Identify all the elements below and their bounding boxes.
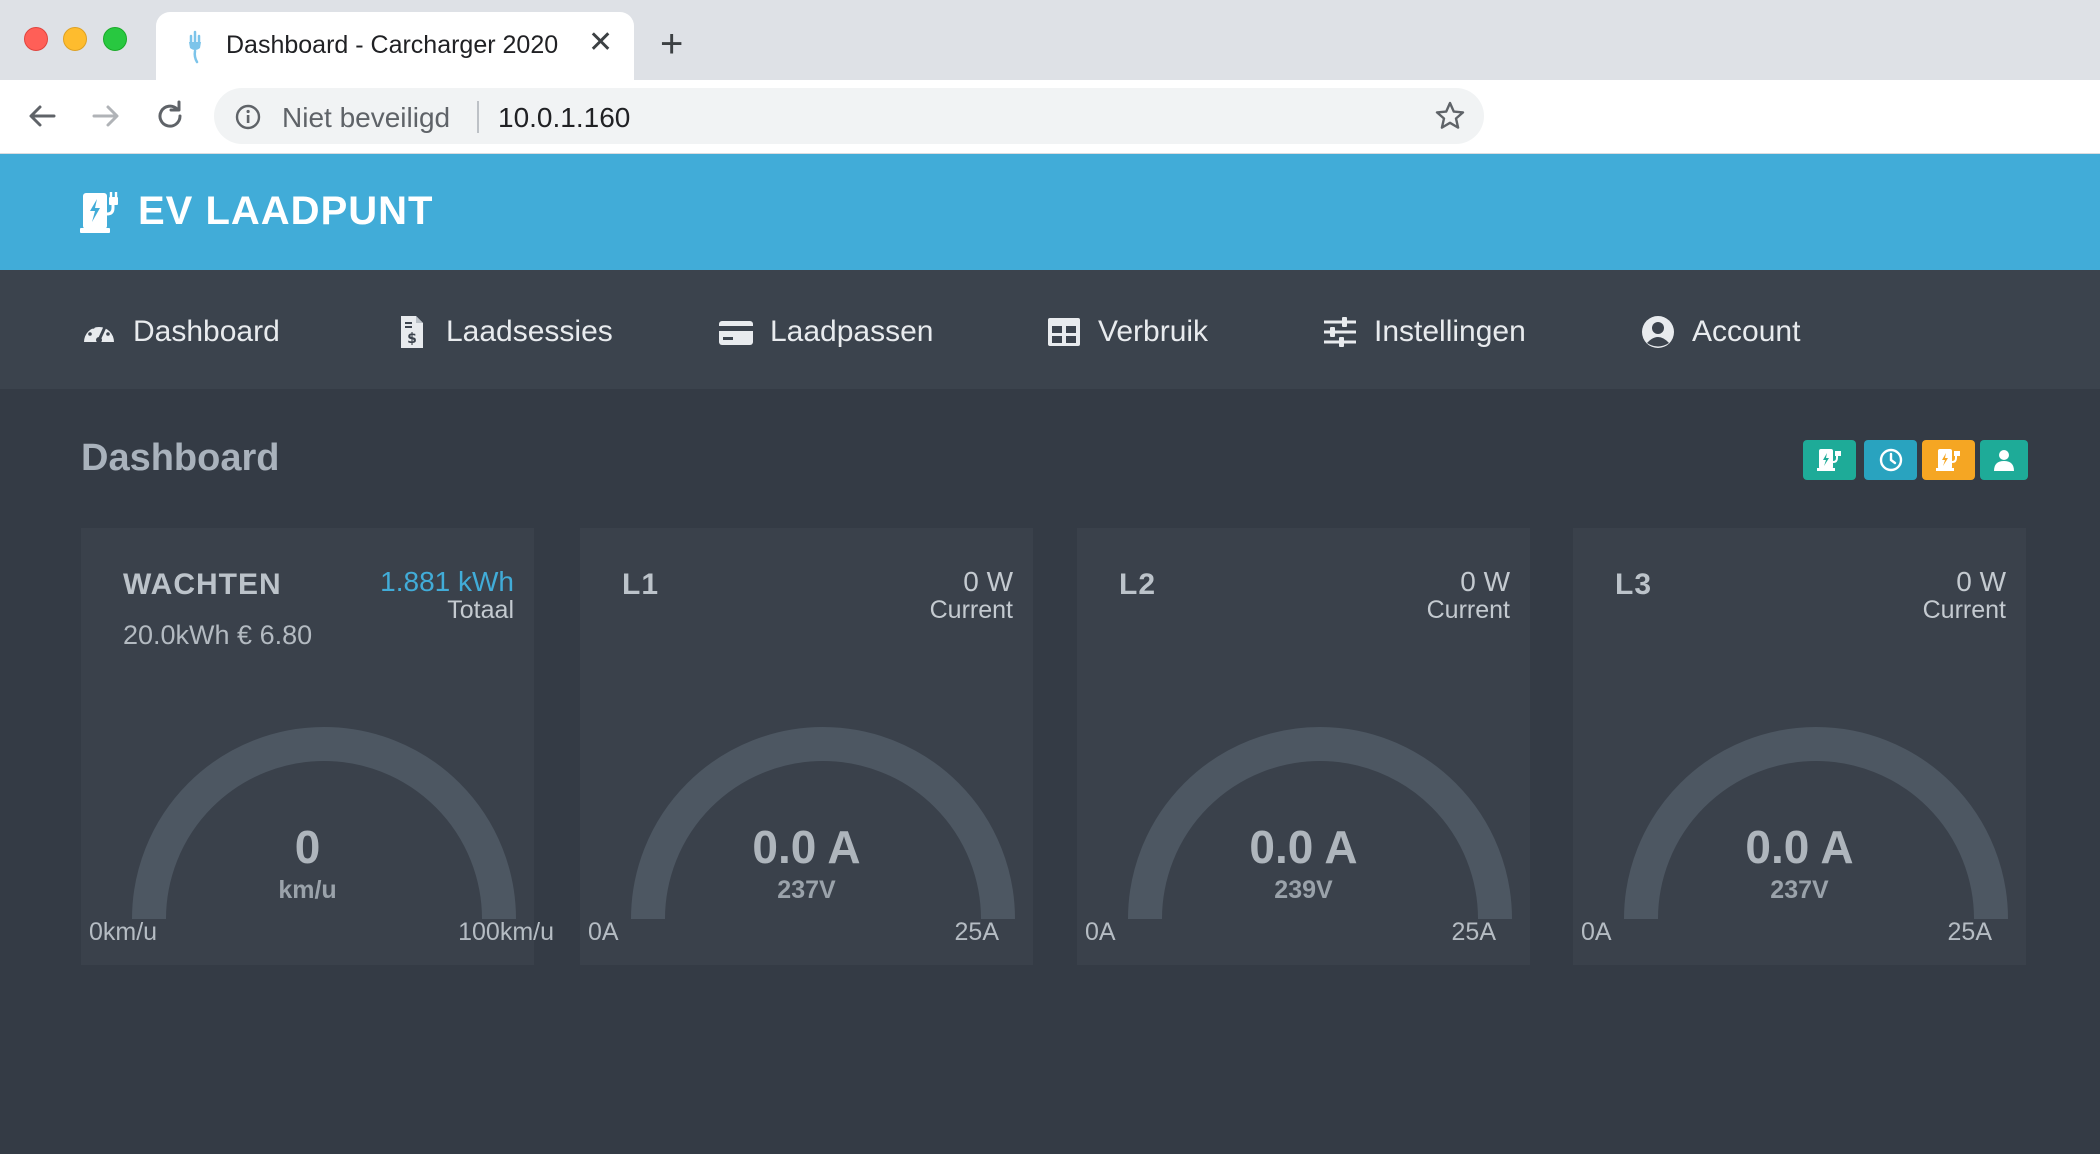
url-text[interactable]: 10.0.1.160	[498, 102, 630, 134]
gauge-max: 25A	[954, 918, 999, 946]
gauge-min: 0km/u	[89, 918, 158, 946]
quick-schedule-button[interactable]	[1864, 440, 1917, 480]
window-close-button[interactable]	[24, 27, 48, 51]
card-sub: Current	[1922, 596, 2006, 624]
address-separator	[477, 101, 479, 133]
nav-dashboard[interactable]: Dashboard	[81, 312, 280, 352]
gauge-min: 0A	[1085, 918, 1116, 946]
card-title: WACHTEN	[123, 568, 282, 601]
card-extra: 20.0kWh € 6.80	[123, 620, 313, 650]
info-icon[interactable]	[234, 103, 262, 131]
gauge-value: 0.0 A	[1249, 821, 1358, 873]
card-value: 0 W	[963, 566, 1013, 597]
nav-laadpassen[interactable]: Laadpassen	[718, 312, 933, 352]
bookmark-star-icon[interactable]	[1434, 100, 1466, 132]
charger-icon	[1816, 449, 1841, 471]
card-value: 0 W	[1460, 566, 1510, 597]
window-minimize-button[interactable]	[63, 27, 87, 51]
card-title: L1	[622, 568, 660, 601]
browser-toolbar: Niet beveiligd 10.0.1.160	[0, 80, 2100, 154]
window-maximize-button[interactable]	[103, 27, 127, 51]
gauge-unit: 239V	[1274, 876, 1333, 904]
gauge-max: 25A	[1451, 918, 1496, 946]
user-icon	[1994, 450, 2014, 471]
security-label: Niet beveiligd	[282, 102, 451, 133]
table-icon	[1048, 318, 1080, 346]
nav-laadsessies-label: Laadsessies	[446, 315, 613, 348]
nav-account[interactable]: Account	[1640, 312, 1800, 352]
ev-charger-icon	[80, 192, 118, 233]
reload-icon[interactable]	[152, 98, 188, 134]
charger-icon	[1935, 449, 1960, 471]
quick-user-button[interactable]	[1980, 440, 2028, 480]
status-card: WACHTEN 1.881 kWh Totaal 20.0kWh € 6.80 …	[81, 528, 554, 965]
nav-account-label: Account	[1692, 315, 1801, 348]
gauge-max: 25A	[1947, 918, 1992, 946]
credit-card-icon	[719, 321, 753, 345]
sliders-icon	[1324, 317, 1356, 347]
favicon-plug-icon	[189, 30, 201, 64]
phase-card-l2: L2 0 W Current 0.0 A 239V 0A 25A	[1077, 528, 1530, 965]
svg-text:$: $	[407, 331, 417, 347]
card-title: L3	[1615, 568, 1653, 601]
back-arrow-icon[interactable]	[24, 98, 60, 134]
phase-card-l1: L1 0 W Current 0.0 A 237V 0A 25A	[580, 528, 1033, 965]
gauge-min: 0A	[588, 918, 619, 946]
gauge-value: 0.0 A	[752, 821, 861, 873]
gauge-unit: 237V	[777, 876, 836, 904]
quick-charger-alt-button[interactable]	[1922, 440, 1975, 480]
clock-icon	[1879, 448, 1902, 472]
gauge-value: 0.0 A	[1745, 821, 1854, 873]
nav-verbruik[interactable]: Verbruik	[1046, 312, 1208, 352]
forward-arrow-icon[interactable]	[88, 98, 124, 134]
card-sub: Current	[929, 596, 1013, 624]
nav-instellingen[interactable]: Instellingen	[1322, 312, 1526, 352]
card-sub: Totaal	[447, 596, 514, 624]
nav-laadpassen-label: Laadpassen	[770, 315, 934, 348]
brand-bar: EV LAADPUNT	[0, 154, 2100, 270]
user-circle-icon	[1642, 316, 1674, 348]
nav-verbruik-label: Verbruik	[1098, 315, 1209, 348]
gauge-unit: 237V	[1770, 876, 1829, 904]
browser-tab-strip: Dashboard - Carcharger 2020 ✕ +	[0, 0, 2100, 80]
browser-tab[interactable]: Dashboard - Carcharger 2020 ✕	[156, 12, 634, 80]
phase-card-l3: L3 0 W Current 0.0 A 237V 0A 25A	[1573, 528, 2026, 965]
address-bar[interactable]: Niet beveiligd 10.0.1.160	[214, 88, 1484, 144]
card-sub: Current	[1426, 596, 1510, 624]
gauge-icon	[84, 322, 114, 343]
brand-title[interactable]: EV LAADPUNT	[138, 189, 433, 234]
card-value: 1.881 kWh	[380, 566, 514, 597]
gauge-unit: km/u	[278, 876, 337, 904]
nav-instellingen-label: Instellingen	[1374, 315, 1526, 348]
tab-close-icon[interactable]: ✕	[588, 28, 613, 58]
tab-title: Dashboard - Carcharger 2020	[226, 31, 559, 59]
gauge-value: 0	[294, 821, 321, 873]
gauge-min: 0A	[1581, 918, 1612, 946]
main-nav: Dashboard $ Laadsessies Laadpassen Verbr…	[0, 270, 2100, 389]
invoice-icon: $	[401, 316, 423, 348]
nav-dashboard-label: Dashboard	[133, 315, 280, 348]
card-title: L2	[1119, 568, 1157, 601]
page-title: Dashboard	[81, 437, 280, 479]
quick-charger-button[interactable]	[1803, 440, 1856, 480]
new-tab-button[interactable]: +	[660, 24, 683, 64]
card-value: 0 W	[1956, 566, 2006, 597]
gauge-max: 100km/u	[458, 918, 554, 946]
nav-laadsessies[interactable]: $ Laadsessies	[394, 312, 613, 352]
